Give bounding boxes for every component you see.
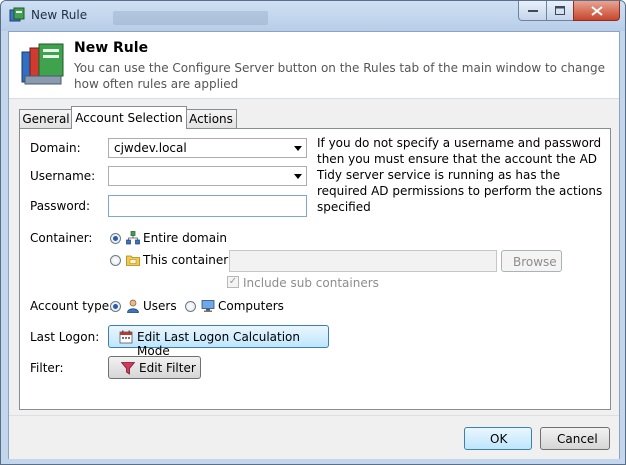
ok-button[interactable]: OK	[464, 427, 532, 450]
chevron-down-icon	[294, 146, 302, 151]
header-description: You can use the Configure Server button …	[74, 61, 605, 91]
username-combo[interactable]	[108, 166, 307, 186]
app-icon	[9, 7, 25, 22]
rule-icon	[21, 43, 64, 85]
title-bar[interactable]: New Rule	[1, 1, 625, 31]
dialog-header: New Rule You can use the Configure Serve…	[9, 32, 619, 99]
entire-domain-radio[interactable]	[110, 233, 121, 244]
last-logon-label: Last Logon:	[30, 330, 100, 344]
header-title: New Rule	[74, 40, 149, 56]
folder-icon	[126, 255, 140, 266]
entire-domain-label: Entire domain	[143, 231, 228, 245]
browse-button-label: Browse	[513, 255, 557, 269]
account-selection-panel: Domain: cjwdev.local Username: Password:…	[19, 128, 611, 410]
users-label: Users	[143, 299, 177, 313]
minimize-button[interactable]	[518, 1, 547, 21]
credentials-info-text: If you do not specify a username and pas…	[317, 136, 603, 214]
domain-label: Domain:	[30, 141, 81, 155]
edit-filter-button[interactable]: Edit Filter	[108, 356, 201, 379]
close-icon	[590, 5, 603, 16]
domain-combo[interactable]: cjwdev.local	[108, 138, 307, 158]
filter-label: Filter:	[30, 361, 64, 375]
new-rule-window: New Rule New Rule You can use the Config…	[0, 0, 626, 465]
edit-filter-label: Edit Filter	[139, 361, 196, 375]
filter-icon	[121, 362, 135, 375]
close-button[interactable]	[573, 1, 620, 21]
edit-last-logon-button[interactable]: Edit Last Logon Calculation Mode	[108, 325, 329, 358]
browse-button[interactable]: Browse	[501, 250, 562, 272]
maximize-button[interactable]	[546, 1, 574, 21]
password-input[interactable]	[108, 195, 307, 217]
domain-value: cjwdev.local	[114, 141, 187, 155]
background-window-ghost	[113, 11, 268, 25]
dialog-body: General Account Selection Actions Domain…	[9, 99, 619, 415]
computer-icon	[201, 300, 215, 312]
dialog-client-area: New Rule You can use the Configure Serve…	[8, 31, 620, 459]
include-sub-containers-checkbox[interactable]: ✓	[227, 276, 239, 288]
window-title: New Rule	[31, 8, 88, 22]
this-container-radio[interactable]	[110, 255, 121, 266]
users-radio[interactable]	[110, 301, 121, 312]
maximize-icon	[555, 6, 565, 15]
container-label: Container:	[30, 231, 93, 245]
cancel-button[interactable]: Cancel	[540, 427, 610, 450]
calendar-icon	[119, 330, 133, 344]
computers-radio[interactable]	[185, 301, 196, 312]
password-label: Password:	[30, 199, 91, 213]
container-path-input[interactable]	[229, 250, 497, 272]
username-label: Username:	[30, 169, 96, 183]
user-icon	[127, 299, 139, 313]
chevron-down-icon	[294, 174, 302, 179]
computers-label: Computers	[218, 299, 284, 313]
edit-last-logon-label: Edit Last Logon Calculation Mode	[137, 330, 301, 358]
include-sub-containers-label: Include sub containers	[243, 276, 379, 290]
domain-tree-icon	[126, 231, 140, 245]
ok-button-label: OK	[490, 432, 508, 446]
account-type-label: Account type:	[30, 299, 114, 313]
cancel-button-label: Cancel	[557, 432, 598, 446]
tab-actions[interactable]: Actions	[185, 109, 237, 128]
minimize-icon	[527, 9, 538, 12]
tab-account-selection[interactable]: Account Selection	[71, 106, 187, 129]
dialog-footer: OK Cancel	[9, 415, 619, 459]
tab-general[interactable]: General	[19, 109, 73, 128]
this-container-label: This container:	[143, 253, 233, 267]
